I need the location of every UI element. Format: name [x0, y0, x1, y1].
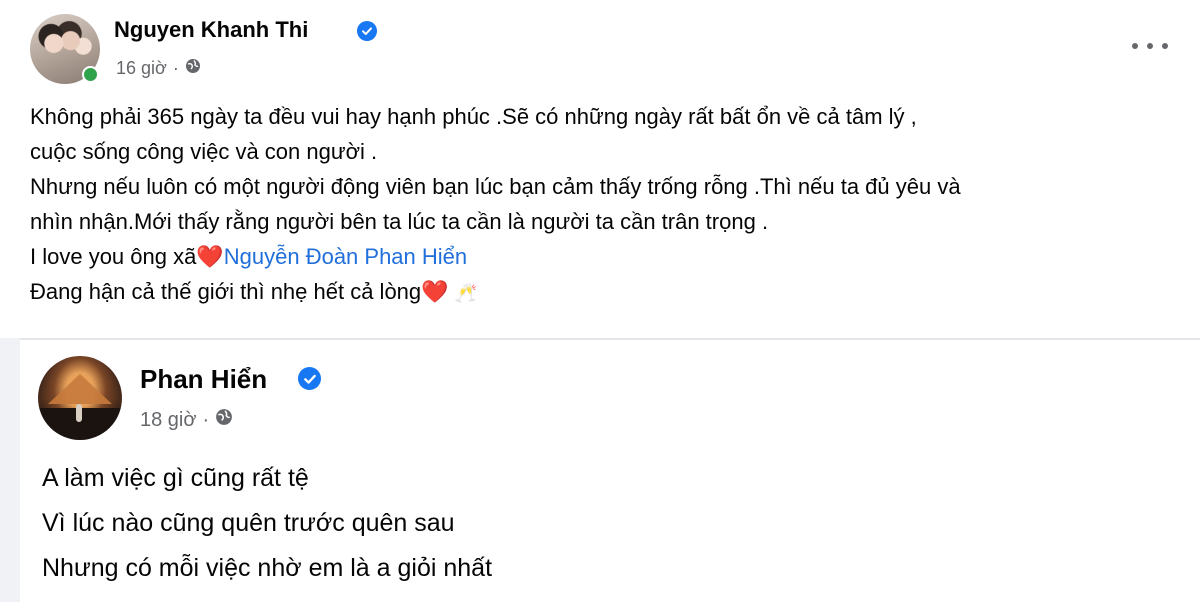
public-globe-icon — [215, 408, 233, 432]
more-dot — [1132, 43, 1138, 49]
post-nguyen-khanh-thi: Nguyen Khanh Thi 16 giờ · Không phải 365… — [0, 0, 1200, 338]
public-globe-icon — [185, 58, 201, 79]
avatar-phan-hien[interactable] — [38, 356, 122, 440]
post-timestamp[interactable]: 16 giờ — [116, 58, 167, 79]
post-timestamp[interactable]: 18 giờ — [140, 409, 196, 432]
heart-emoji: ❤️ — [421, 279, 449, 304]
author-name[interactable]: Nguyen Khanh Thi — [114, 17, 308, 43]
love-text: I love you ông xã — [30, 244, 197, 269]
glasses-emoji: 🥂 — [454, 283, 477, 303]
meta-separator: · — [202, 408, 210, 431]
heart-emoji: ❤️ — [196, 244, 224, 269]
love-line: I love you ông xã❤️Nguyễn Đoàn Phan Hiển — [30, 239, 1180, 274]
verified-badge-icon — [298, 367, 321, 390]
post-text-line: A làm việc gì cũng rất tệ — [42, 464, 309, 492]
mention-link[interactable]: Nguyễn Đoàn Phan Hiển — [224, 244, 467, 269]
last-line: Đang hận cả thế giới thì nhẹ hết cả lòng… — [30, 274, 1180, 311]
post-text-line: Nhưng có mỗi việc nhờ em là a giỏi nhất — [42, 554, 493, 582]
meta-separator: · — [172, 58, 179, 78]
more-options-icon[interactable] — [1132, 36, 1168, 56]
post-meta: 18 giờ · — [140, 408, 233, 432]
verified-badge-icon — [357, 21, 377, 41]
post-text-line: nhìn nhận.Mới thấy rằng người bên ta lúc… — [30, 209, 769, 234]
avatar-figure-shape — [76, 404, 82, 422]
post-text-line: Nhưng nếu luôn có một người động viên bạ… — [30, 174, 961, 199]
last-line-text: Đang hận cả thế giới thì nhẹ hết cả lòng — [30, 279, 422, 304]
more-dot — [1162, 43, 1168, 49]
avatar-tent-shape — [48, 374, 112, 404]
post-text: A làm việc gì cũng rất tệ Vì lúc nào cũn… — [42, 456, 1142, 591]
more-dot — [1147, 43, 1153, 49]
online-status-dot — [82, 66, 99, 83]
author-name[interactable]: Phan Hiển — [140, 364, 267, 395]
post-text: Không phải 365 ngày ta đều vui hay hạnh … — [30, 99, 1180, 311]
post-text-line: Không phải 365 ngày ta đều vui hay hạnh … — [30, 104, 917, 129]
post-meta: 16 giờ · — [116, 58, 201, 79]
post-text-line: Vì lúc nào cũng quên trước quên sau — [42, 509, 455, 537]
post-text-line: cuộc sống công việc và con người . — [30, 139, 378, 164]
